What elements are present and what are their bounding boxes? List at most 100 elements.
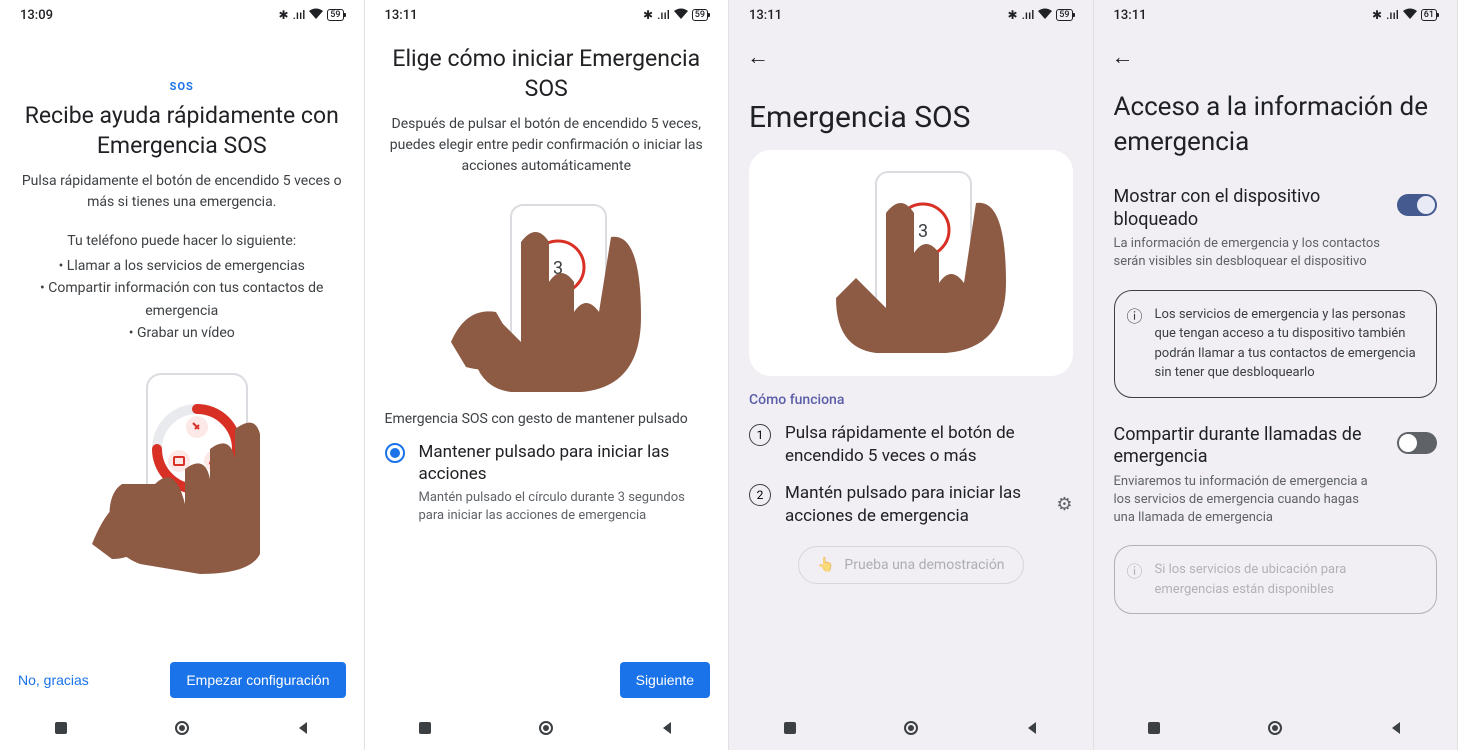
nav-home-icon[interactable] xyxy=(1267,720,1283,740)
features-intro: Tu teléfono puede hacer lo siguiente: xyxy=(20,233,344,249)
step-number-icon: 1 xyxy=(749,424,771,446)
radio-button-icon xyxy=(385,443,405,463)
nav-bar xyxy=(1094,710,1458,750)
setting-title: Mostrar con el dispositivo bloqueado xyxy=(1114,186,1384,231)
nav-home-icon[interactable] xyxy=(538,720,554,740)
content: Acceso a la información de emergencia Mo… xyxy=(1094,70,1458,710)
setting-description: La información de emergencia y los conta… xyxy=(1114,235,1384,271)
bullet-call: • Llamar a los servicios de emergencias xyxy=(20,255,344,277)
countdown-illustration: 3 xyxy=(385,197,709,397)
content: Emergencia SOS 3 Cómo funciona 1 Pulsa r… xyxy=(729,70,1093,710)
wifi-icon xyxy=(674,8,688,22)
page-title: Emergencia SOS xyxy=(749,100,1073,136)
page-title: Acceso a la información de emergencia xyxy=(1114,90,1438,160)
nav-home-icon[interactable] xyxy=(174,720,190,740)
info-note-location: ⓘ Si los servicios de ubicación para eme… xyxy=(1114,545,1438,614)
signal-icon: .ııl xyxy=(657,8,670,22)
status-icons: ✱ .ııl 59 xyxy=(279,8,344,22)
nav-recents-icon[interactable] xyxy=(1146,720,1162,740)
bottom-actions: Siguiente xyxy=(365,650,729,710)
status-bar: 13:11 ✱ .ııl 59 xyxy=(729,0,1093,30)
nav-recents-icon[interactable] xyxy=(782,720,798,740)
step-2[interactable]: 2 Mantén pulsado para iniciar las accion… xyxy=(749,482,1073,528)
screen-choose-trigger: 13:11 ✱ .ııl 59 Elige cómo iniciar Emerg… xyxy=(365,0,730,750)
bluetooth-icon: ✱ xyxy=(643,8,653,22)
back-button[interactable]: ← xyxy=(729,30,1093,70)
content: SOS Recibe ayuda rápidamente con Emergen… xyxy=(0,30,364,650)
start-setup-button[interactable]: Empezar configuración xyxy=(170,662,345,698)
touch-icon: 👆 xyxy=(817,557,834,573)
countdown-number: 3 xyxy=(918,221,928,242)
nav-back-icon[interactable] xyxy=(1024,720,1040,740)
bullet-record: • Grabar un vídeo xyxy=(20,322,344,344)
step-text: Pulsa rápidamente el botón de encendido … xyxy=(785,422,1073,468)
status-bar: 13:11 ✱ .ııl 59 xyxy=(365,0,729,30)
illustration-card: 3 xyxy=(749,150,1073,376)
radio-title: Mantener pulsado para iniciar las accion… xyxy=(419,441,709,485)
wifi-icon xyxy=(309,8,323,22)
back-button[interactable]: ← xyxy=(1094,30,1458,70)
subtitle: Después de pulsar el botón de encendido … xyxy=(385,114,709,177)
info-icon: ⓘ xyxy=(1127,305,1143,329)
screen-emergency-access: 13:11 ✱ .ııl 61 ← Acceso a la informació… xyxy=(1094,0,1458,750)
step-number-icon: 2 xyxy=(749,484,771,506)
radio-hold-to-start[interactable]: Mantener pulsado para iniciar las accion… xyxy=(385,441,709,526)
try-demo-button[interactable]: 👆 Prueba una demostración xyxy=(798,546,1024,584)
wifi-icon xyxy=(1038,8,1052,22)
nav-home-icon[interactable] xyxy=(903,720,919,740)
status-icons: ✱ .ııl 59 xyxy=(1008,8,1073,22)
bullet-share: • Compartir información con tus contacto… xyxy=(20,277,344,322)
nav-bar xyxy=(365,710,729,750)
how-it-works-label: Cómo funciona xyxy=(749,392,1073,408)
signal-icon: .ııl xyxy=(1386,8,1399,22)
setting-show-when-locked[interactable]: Mostrar con el dispositivo bloqueado La … xyxy=(1114,186,1438,271)
content: Elige cómo iniciar Emergencia SOS Despué… xyxy=(365,30,729,650)
screen-intro: 13:09 ✱ .ııl 59 SOS Recibe ayuda rápidam… xyxy=(0,0,365,750)
info-text: Si los servicios de ubicación para emerg… xyxy=(1155,562,1347,597)
battery-icon: 59 xyxy=(327,9,343,21)
nav-back-icon[interactable] xyxy=(1388,720,1404,740)
setting-share-during-call[interactable]: Compartir durante llamadas de emergencia… xyxy=(1114,424,1438,528)
step-text: Mantén pulsado para iniciar las acciones… xyxy=(785,482,1042,528)
setting-title: Compartir durante llamadas de emergencia xyxy=(1114,424,1384,469)
signal-icon: .ııl xyxy=(1022,8,1035,22)
status-icons: ✱ .ııl 59 xyxy=(643,8,708,22)
page-title: Recibe ayuda rápidamente con Emergencia … xyxy=(20,101,344,161)
wifi-icon xyxy=(1403,8,1417,22)
status-bar: 13:09 ✱ .ııl 59 xyxy=(0,0,364,30)
next-button[interactable]: Siguiente xyxy=(620,662,710,698)
radio-description: Mantén pulsado el círculo durante 3 segu… xyxy=(419,489,709,525)
info-icon: ⓘ xyxy=(1127,560,1143,584)
signal-icon: .ııl xyxy=(293,8,306,22)
page-title: Elige cómo iniciar Emergencia SOS xyxy=(385,44,709,104)
status-time: 13:11 xyxy=(749,8,782,23)
gesture-section-label: Emergencia SOS con gesto de mantener pul… xyxy=(385,411,709,427)
toggle-switch[interactable] xyxy=(1397,432,1437,454)
battery-icon: 59 xyxy=(692,9,708,21)
status-time: 13:11 xyxy=(385,8,418,23)
step-1: 1 Pulsa rápidamente el botón de encendid… xyxy=(749,422,1073,468)
setting-description: Enviaremos tu información de emergencia … xyxy=(1114,473,1384,528)
no-thanks-button[interactable]: No, gracias xyxy=(18,672,89,688)
info-note-locked: ⓘ Los servicios de emergencia y las pers… xyxy=(1114,290,1438,398)
toggle-switch[interactable] xyxy=(1397,194,1437,216)
bottom-actions: No, gracias Empezar configuración xyxy=(0,650,364,710)
nav-back-icon[interactable] xyxy=(295,720,311,740)
nav-back-icon[interactable] xyxy=(659,720,675,740)
screen-sos-overview: 13:11 ✱ .ııl 59 ← Emergencia SOS 3 Cómo … xyxy=(729,0,1094,750)
bluetooth-icon: ✱ xyxy=(1008,8,1018,22)
nav-recents-icon[interactable] xyxy=(53,720,69,740)
battery-icon: 59 xyxy=(1056,9,1072,21)
bluetooth-icon: ✱ xyxy=(1372,8,1382,22)
status-time: 13:11 xyxy=(1114,8,1147,23)
gear-icon[interactable]: ⚙ xyxy=(1056,494,1072,515)
nav-recents-icon[interactable] xyxy=(417,720,433,740)
nav-bar xyxy=(0,710,364,750)
battery-icon: 61 xyxy=(1421,9,1437,21)
status-icons: ✱ .ııl 61 xyxy=(1372,8,1437,22)
info-text: Los servicios de emergencia y las person… xyxy=(1155,307,1416,381)
status-time: 13:09 xyxy=(20,8,53,23)
subtitle: Pulsa rápidamente el botón de encendido … xyxy=(20,171,344,213)
demo-label: Prueba una demostración xyxy=(844,557,1004,573)
status-bar: 13:11 ✱ .ııl 61 xyxy=(1094,0,1458,30)
